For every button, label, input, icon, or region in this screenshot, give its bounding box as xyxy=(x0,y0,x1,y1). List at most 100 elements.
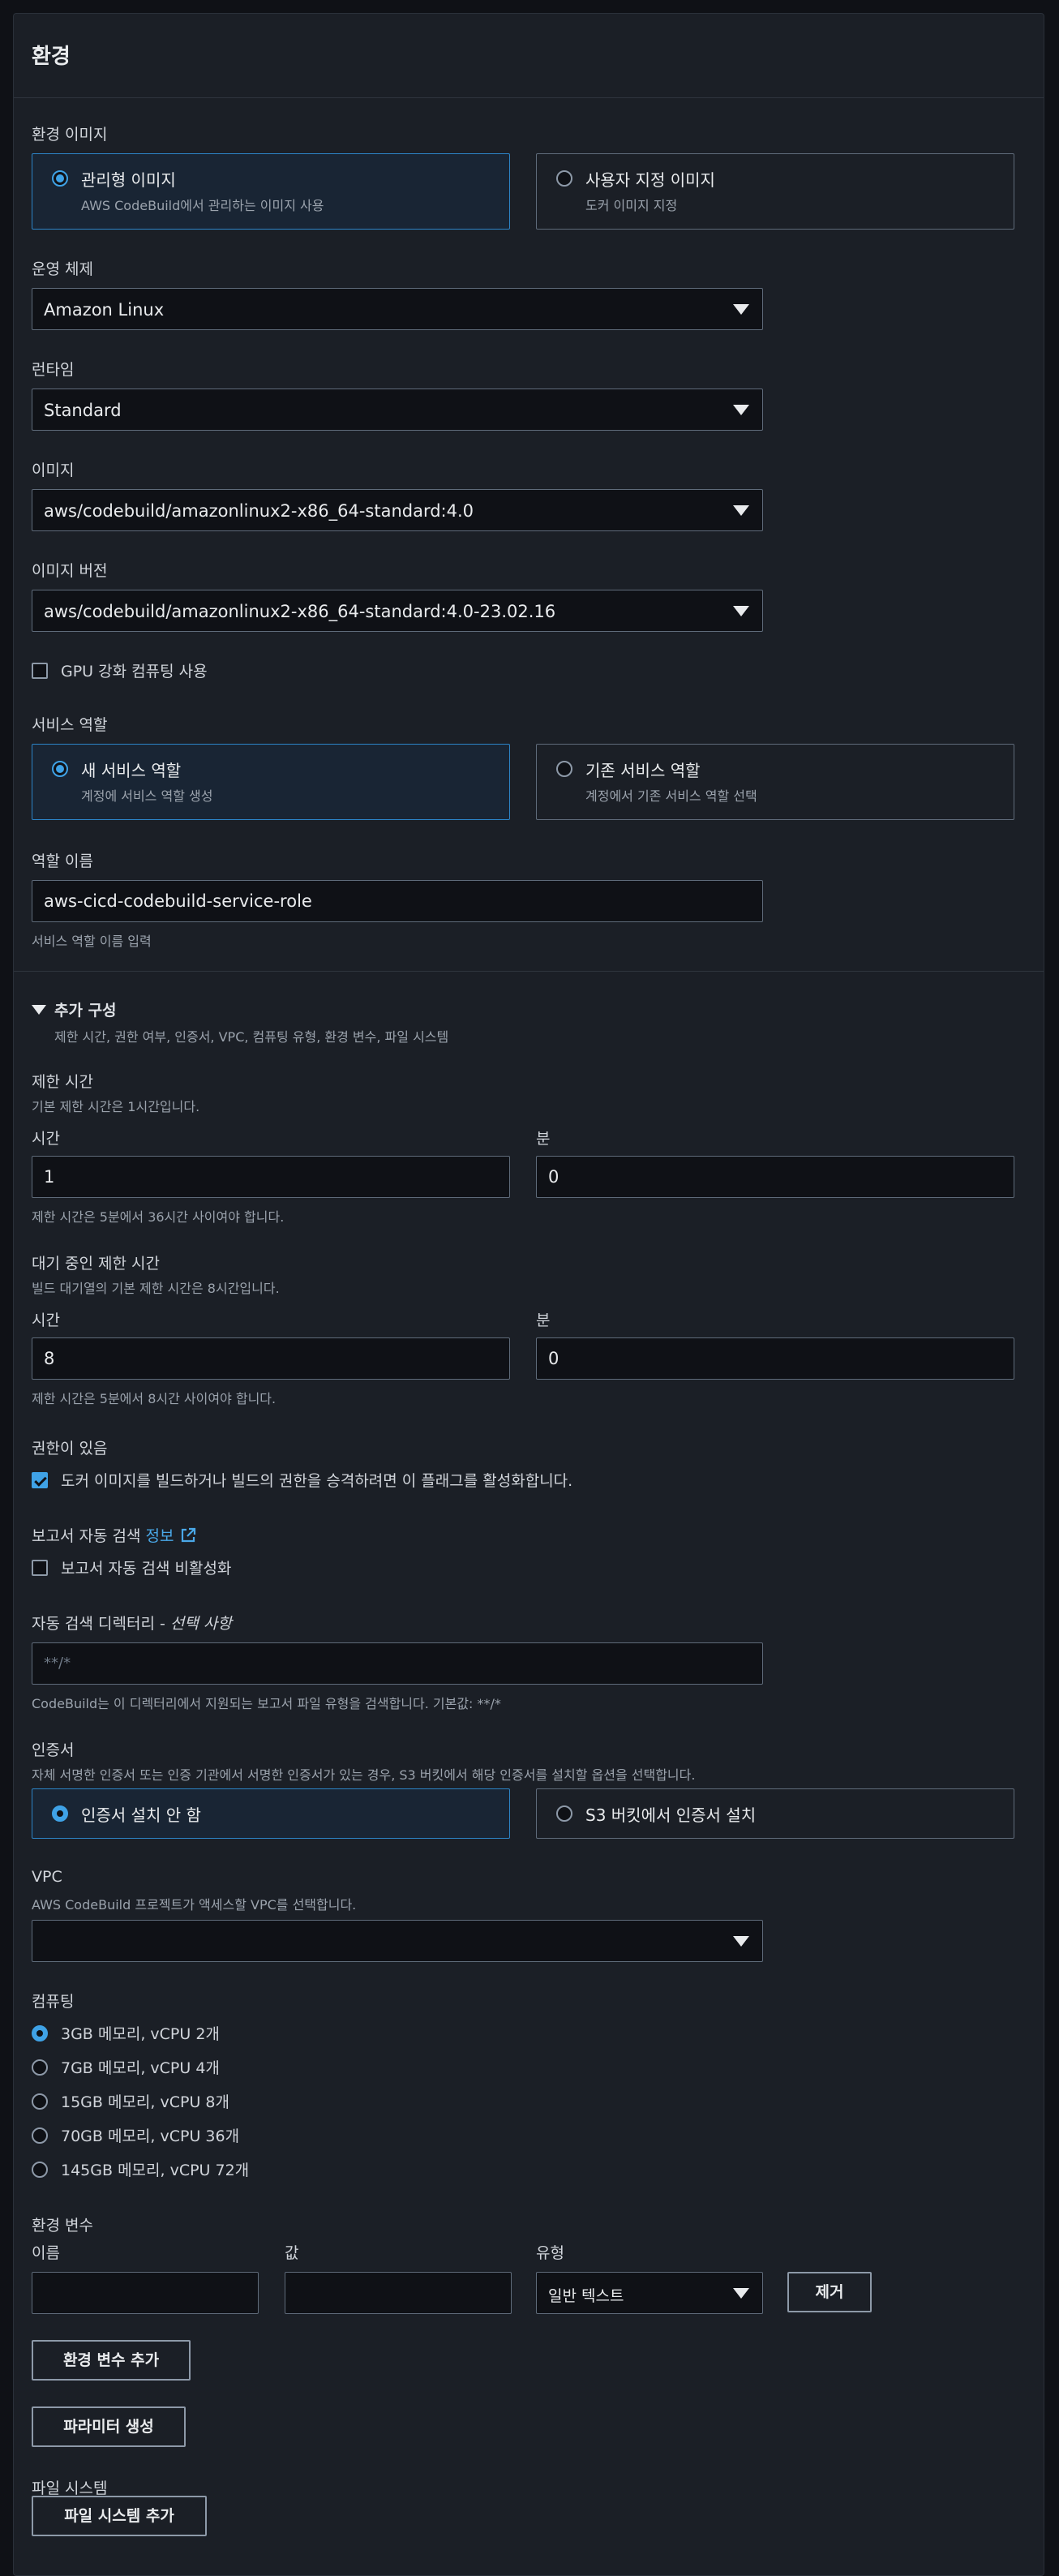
timeout-minutes-input[interactable]: 0 xyxy=(536,1156,1014,1198)
compute-radio-70gb[interactable] xyxy=(32,2127,48,2144)
role-name-input[interactable]: aws-cicd-codebuild-service-role xyxy=(32,880,763,922)
timeout-hours-label: 시간 xyxy=(32,1130,60,1148)
no-certificate-title: 인증서 설치 안 함 xyxy=(81,1805,201,1825)
external-link-icon[interactable] xyxy=(179,1526,197,1544)
env-var-value-input[interactable] xyxy=(285,2272,512,2314)
report-discovery-label-text: 보고서 자동 검색 xyxy=(32,1527,141,1545)
timeout-minutes-label: 분 xyxy=(536,1130,551,1148)
expand-caret-icon[interactable] xyxy=(32,1005,46,1015)
queued-minutes-label: 분 xyxy=(536,1312,551,1329)
image-select-value: aws/codebuild/amazonlinux2-x86_64-standa… xyxy=(44,501,474,521)
env-var-type-select[interactable]: 일반 텍스트 xyxy=(536,2272,763,2314)
managed-image-option[interactable]: 관리형 이미지 AWS CodeBuild에서 관리하는 이미지 사용 xyxy=(32,153,510,230)
timeout-desc: 기본 제한 시간은 1시간입니다. xyxy=(32,1099,200,1114)
new-service-role-desc: 계정에 서비스 역할 생성 xyxy=(81,788,213,804)
image-select[interactable]: aws/codebuild/amazonlinux2-x86_64-standa… xyxy=(32,489,763,531)
discovery-dir-label-text: 자동 검색 디렉터리 - xyxy=(32,1615,170,1633)
runtime-label: 런타임 xyxy=(32,361,75,379)
remove-env-var-button[interactable]: 제거 xyxy=(787,2272,872,2312)
compute-radio-145gb[interactable] xyxy=(32,2162,48,2178)
section-divider xyxy=(14,971,1044,972)
report-discovery-checkbox-label: 보고서 자동 검색 비활성화 xyxy=(61,1560,232,1578)
caret-down-icon xyxy=(733,2288,749,2299)
custom-image-option[interactable]: 사용자 지정 이미지 도커 이미지 지정 xyxy=(536,153,1014,230)
role-name-label: 역할 이름 xyxy=(32,852,93,870)
image-version-label: 이미지 버전 xyxy=(32,562,108,580)
env-var-name-input[interactable] xyxy=(32,2272,259,2314)
env-var-type-value: 일반 텍스트 xyxy=(548,2287,624,2305)
existing-service-role-radio[interactable] xyxy=(556,761,572,777)
compute-option-15gb: 15GB 메모리, vCPU 8개 xyxy=(61,2093,229,2111)
os-label: 운영 체제 xyxy=(32,260,93,278)
vpc-select[interactable] xyxy=(32,1920,763,1962)
additional-config-desc: 제한 시간, 권한 여부, 인증서, VPC, 컴퓨팅 유형, 환경 변수, 파… xyxy=(54,1029,449,1045)
service-role-label: 서비스 역할 xyxy=(32,716,108,734)
info-link[interactable]: 정보 xyxy=(146,1527,174,1545)
managed-image-desc: AWS CodeBuild에서 관리하는 이미지 사용 xyxy=(81,198,324,213)
image-version-select-value: aws/codebuild/amazonlinux2-x86_64-standa… xyxy=(44,602,556,621)
gpu-checkbox[interactable] xyxy=(32,663,48,679)
additional-config-toggle[interactable]: 추가 구성 xyxy=(54,998,117,1020)
role-name-hint: 서비스 역할 이름 입력 xyxy=(32,934,152,949)
certificate-desc: 자체 서명한 인증서 또는 인증 기관에서 서명한 인증서가 있는 경우, S3… xyxy=(32,1767,696,1783)
compute-radio-7gb[interactable] xyxy=(32,2059,48,2076)
custom-image-desc: 도커 이미지 지정 xyxy=(585,198,678,213)
env-vars-label: 환경 변수 xyxy=(32,2217,93,2235)
existing-service-role-option[interactable]: 기존 서비스 역할 계정에서 기존 서비스 역할 선택 xyxy=(536,744,1014,820)
custom-image-radio[interactable] xyxy=(556,170,572,187)
caret-down-icon xyxy=(733,606,749,616)
env-var-name-label: 이름 xyxy=(32,2244,60,2262)
add-file-system-button[interactable]: 파일 시스템 추가 xyxy=(32,2496,207,2536)
vpc-desc: AWS CodeBuild 프로젝트가 액세스할 VPC를 선택합니다. xyxy=(32,1897,357,1913)
compute-label: 컴퓨팅 xyxy=(32,1993,75,2011)
discovery-dir-hint: CodeBuild는 이 디렉터리에서 지원되는 보고서 파일 유형을 검색합니… xyxy=(32,1696,501,1711)
queued-hours-input[interactable]: 8 xyxy=(32,1337,510,1380)
compute-option-7gb: 7GB 메모리, vCPU 4개 xyxy=(61,2059,220,2077)
queued-timeout-desc: 빌드 대기열의 기본 제한 시간은 8시간입니다. xyxy=(32,1281,280,1296)
existing-service-role-title: 기존 서비스 역할 xyxy=(585,761,701,780)
caret-down-icon xyxy=(733,304,749,315)
new-service-role-option[interactable]: 새 서비스 역할 계정에 서비스 역할 생성 xyxy=(32,744,510,820)
env-var-type-label: 유형 xyxy=(536,2244,564,2262)
queued-timeout-hint: 제한 시간은 5분에서 8시간 사이여야 합니다. xyxy=(32,1391,277,1406)
vpc-label: VPC xyxy=(32,1868,62,1886)
discovery-dir-optional: 선택 사항 xyxy=(169,1615,232,1633)
env-var-value-label: 값 xyxy=(285,2244,299,2262)
runtime-select-value: Standard xyxy=(44,401,122,420)
privileged-checkbox[interactable] xyxy=(32,1472,48,1488)
s3-certificate-title: S3 버킷에서 인증서 설치 xyxy=(585,1805,757,1825)
managed-image-title: 관리형 이미지 xyxy=(81,170,176,190)
os-select-value: Amazon Linux xyxy=(44,300,165,320)
privileged-checkbox-label: 도커 이미지를 빌드하거나 빌드의 권한을 승격하려면 이 플래그를 활성화합니… xyxy=(61,1472,573,1490)
no-certificate-radio[interactable] xyxy=(52,1805,68,1822)
env-image-label: 환경 이미지 xyxy=(32,126,108,144)
create-parameter-button[interactable]: 파라미터 생성 xyxy=(32,2406,186,2447)
no-certificate-option[interactable]: 인증서 설치 안 함 xyxy=(32,1788,510,1839)
runtime-select[interactable]: Standard xyxy=(32,389,763,431)
s3-certificate-option[interactable]: S3 버킷에서 인증서 설치 xyxy=(536,1788,1014,1839)
environment-panel: 환경 환경 이미지 관리형 이미지 AWS CodeBuild에서 관리하는 이… xyxy=(13,13,1044,2576)
discovery-dir-input[interactable]: **/* xyxy=(32,1642,763,1685)
panel-header: 환경 xyxy=(14,14,1044,98)
timeout-hours-input[interactable]: 1 xyxy=(32,1156,510,1198)
caret-down-icon xyxy=(733,505,749,516)
os-select[interactable]: Amazon Linux xyxy=(32,288,763,330)
compute-option-3gb: 3GB 메모리, vCPU 2개 xyxy=(61,2025,220,2043)
s3-certificate-radio[interactable] xyxy=(556,1805,572,1822)
gpu-checkbox-label: GPU 강화 컴퓨팅 사용 xyxy=(61,663,208,680)
new-service-role-title: 새 서비스 역할 xyxy=(81,761,182,780)
image-version-select[interactable]: aws/codebuild/amazonlinux2-x86_64-standa… xyxy=(32,590,763,632)
caret-down-icon xyxy=(733,405,749,415)
new-service-role-radio[interactable] xyxy=(52,761,68,777)
compute-option-145gb: 145GB 메모리, vCPU 72개 xyxy=(61,2162,250,2179)
add-env-var-button[interactable]: 환경 변수 추가 xyxy=(32,2340,191,2381)
image-label: 이미지 xyxy=(32,462,75,479)
managed-image-radio[interactable] xyxy=(52,170,68,187)
discovery-dir-label: 자동 검색 디렉터리 - 선택 사항 xyxy=(32,1612,232,1634)
compute-radio-3gb[interactable] xyxy=(32,2025,48,2041)
queued-minutes-input[interactable]: 0 xyxy=(536,1337,1014,1380)
report-discovery-checkbox[interactable] xyxy=(32,1560,48,1576)
timeout-hint: 제한 시간은 5분에서 36시간 사이여야 합니다. xyxy=(32,1209,285,1225)
compute-radio-15gb[interactable] xyxy=(32,2093,48,2110)
file-system-label: 파일 시스템 xyxy=(32,2479,108,2497)
